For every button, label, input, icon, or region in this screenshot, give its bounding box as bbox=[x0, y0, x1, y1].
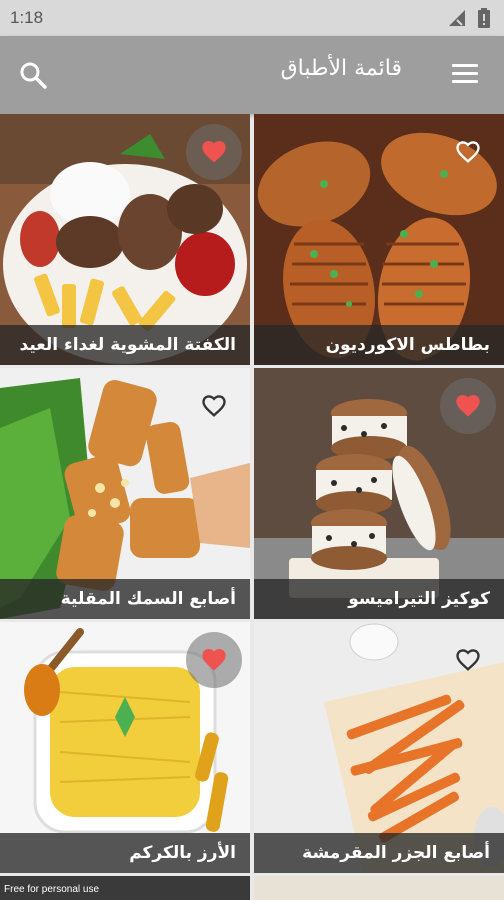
dish-name: بطاطس الاكورديون bbox=[254, 325, 504, 365]
app-bar: قائمة الأطباق bbox=[0, 36, 504, 114]
heart-filled-icon bbox=[202, 649, 226, 671]
dish-name: أصابع الجزر المقرمشة bbox=[254, 833, 504, 873]
favorite-button[interactable] bbox=[186, 632, 242, 688]
dish-name: كوكيز التيراميسو bbox=[254, 579, 504, 619]
heart-filled-icon bbox=[456, 395, 480, 417]
dish-card-tiramisu-cookies[interactable]: كوكيز التيراميسو bbox=[254, 368, 504, 619]
search-icon[interactable] bbox=[18, 60, 48, 90]
signal-icon bbox=[449, 10, 465, 26]
favorite-button[interactable] bbox=[440, 632, 496, 688]
heart-filled-icon bbox=[202, 141, 226, 163]
favorite-button[interactable] bbox=[440, 124, 496, 180]
favorite-button[interactable] bbox=[186, 378, 242, 434]
page-title: قائمة الأطباق bbox=[280, 56, 402, 81]
menu-icon[interactable] bbox=[452, 64, 478, 86]
dish-name: الكفتة المشوية لغداء العيد bbox=[0, 325, 250, 365]
dish-card-accordion-potatoes[interactable]: بطاطس الاكورديون bbox=[254, 114, 504, 365]
dish-name: الأرز بالكركم bbox=[0, 833, 250, 873]
dish-card-partial-right[interactable] bbox=[254, 876, 504, 900]
dish-card-kofta[interactable]: الكفتة المشوية لغداء العيد bbox=[0, 114, 250, 365]
heart-outline-icon bbox=[456, 649, 480, 671]
watermark: Free for personal use bbox=[4, 884, 100, 895]
battery-icon bbox=[478, 8, 490, 28]
favorite-button[interactable] bbox=[186, 124, 242, 180]
heart-outline-icon bbox=[202, 395, 226, 417]
dish-name: أصابع السمك المقلية bbox=[0, 579, 250, 619]
dish-card-carrot-fingers[interactable]: أصابع الجزر المقرمشة bbox=[254, 622, 504, 873]
heart-outline-icon bbox=[456, 141, 480, 163]
favorite-button[interactable] bbox=[440, 378, 496, 434]
dish-card-fish-fingers[interactable]: أصابع السمك المقلية bbox=[0, 368, 250, 619]
status-time: 1:18 bbox=[10, 8, 44, 27]
status-bar: 1:18 bbox=[0, 0, 504, 36]
dish-card-turmeric-rice[interactable]: الأرز بالكركم bbox=[0, 622, 250, 873]
